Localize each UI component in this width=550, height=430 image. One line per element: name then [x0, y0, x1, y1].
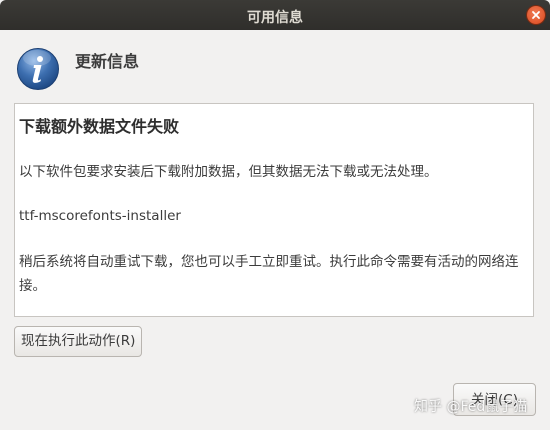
header-title: 更新信息 [75, 52, 140, 71]
message-heading: 下载额外数据文件失败 [19, 117, 180, 136]
message-body: 以下软件包要求安装后下载附加数据，但其数据无法下载或无法处理。 [19, 164, 438, 180]
window-close-button[interactable] [527, 6, 545, 24]
message-panel: 下载额外数据文件失败 以下软件包要求安装后下载附加数据，但其数据无法下载或无法处… [14, 103, 534, 317]
title-bar[interactable]: 可用信息 [0, 0, 550, 30]
run-action-now-button[interactable]: 现在执行此动作(R) [14, 326, 143, 357]
info-icon [17, 48, 59, 90]
close-icon [532, 11, 540, 19]
package-name: ttf-mscorefonts-installer [19, 208, 181, 224]
dialog-window: 可用信息 更新信息 下载额外数据文件失败 以下软件包要求安装后下载附加数据，但其… [0, 0, 550, 430]
close-button[interactable]: 关闭(C) [453, 383, 536, 416]
retry-note: 稍后系统将自动重试下载，您也可以手工立即重试。执行此命令需要有活动的网络连接。 [19, 254, 519, 294]
window-title: 可用信息 [247, 10, 303, 26]
